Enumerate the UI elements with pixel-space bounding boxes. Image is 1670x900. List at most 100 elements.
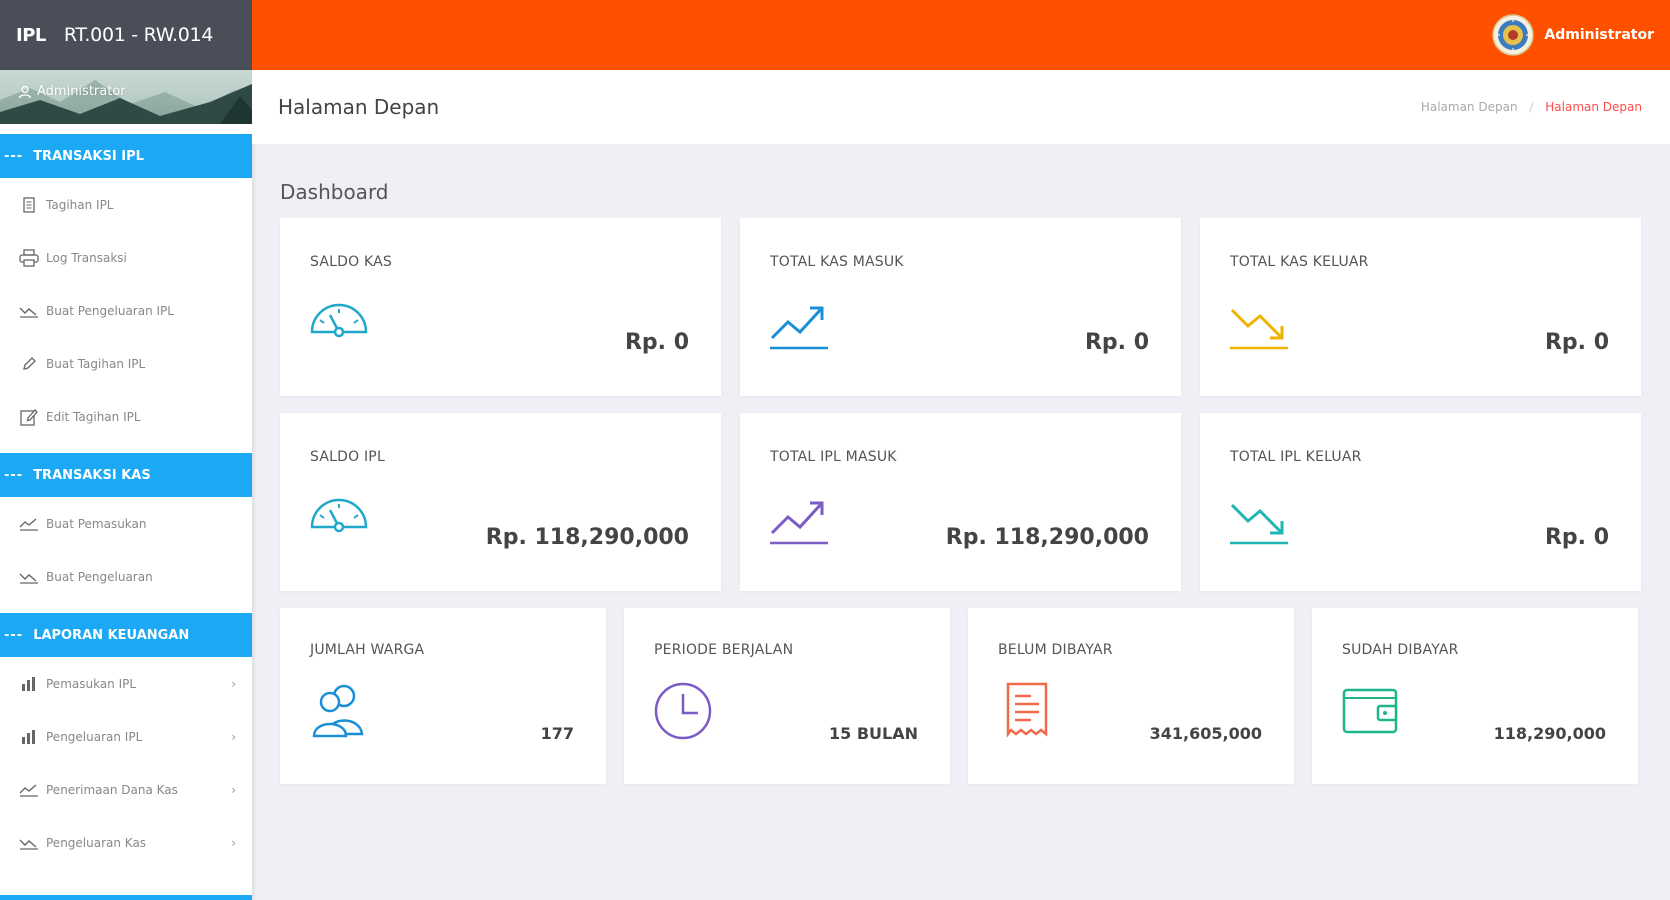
page-title: Halaman Depan [278, 95, 440, 119]
sidebar-item-edit-tagihan-ipl[interactable]: Edit Tagihan IPL [0, 390, 252, 443]
breadcrumb: Halaman Depan / Halaman Depan [1421, 100, 1642, 114]
summary-cards-warga: JUMLAH WARGA 177 PERIODE BERJALAN 15 BUL… [280, 608, 1642, 784]
sidebar-item-buat-pemasukan[interactable]: Buat Pemasukan [0, 497, 252, 550]
sidebar-item-label: Pengeluaran IPL [46, 729, 143, 744]
brand-title: RT.001 - RW.014 [63, 24, 214, 46]
user-name[interactable]: Administrator [1544, 27, 1654, 43]
sidebar-item-penerimaan-dana-kas[interactable]: Penerimaan Dana Kas › [0, 763, 252, 816]
card-value: 177 [540, 724, 574, 743]
sidebar-item-label: Pengeluaran Kas [46, 835, 147, 850]
summary-cards-kas-ipl: SALDO KAS Rp. 0 TOTAL KAS MASUK Rp. 0 TO… [280, 218, 1642, 591]
card-total-ipl-keluar[interactable]: TOTAL IPL KELUAR Rp. 0 [1200, 413, 1641, 591]
file-icon [18, 194, 40, 216]
top-nav: Administrator [252, 0, 1670, 70]
card-saldo-ipl[interactable]: SALDO IPL Rp. 118,290,000 [280, 413, 721, 591]
sidebar-item-pemasukan-ipl[interactable]: Pemasukan IPL › [0, 657, 252, 710]
chevron-right-icon: › [231, 835, 236, 850]
users-icon [312, 684, 364, 738]
sidebar-bottom-bar [0, 895, 252, 900]
wallet-icon [1342, 688, 1398, 734]
sidebar-item-pengeluaran-kas[interactable]: Pengeluaran Kas › [0, 816, 252, 869]
sidebar-item-label: Penerimaan Dana Kas [46, 782, 178, 797]
sidebar-item-pengeluaran-ipl[interactable]: Pengeluaran IPL › [0, 710, 252, 763]
bar-chart-icon [18, 673, 40, 695]
section-header-laporan-keuangan: --- LAPORAN KEUANGAN [0, 613, 252, 657]
trend-up-icon [770, 501, 828, 545]
card-value: Rp. 0 [1084, 330, 1149, 355]
card-total-ipl-masuk[interactable]: TOTAL IPL MASUK Rp. 118,290,000 [740, 413, 1181, 591]
speedometer-icon [310, 498, 368, 533]
sidebar-item-label: Buat Pengeluaran IPL [46, 303, 174, 318]
trend-down-icon [1230, 308, 1288, 350]
card-value: Rp. 0 [1544, 330, 1609, 355]
emblem-avatar-icon[interactable] [1492, 14, 1535, 56]
card-label: TOTAL IPL MASUK [770, 449, 897, 465]
section-header-transaksi-ipl: --- TRANSAKSI IPL [0, 134, 252, 178]
card-saldo-kas[interactable]: SALDO KAS Rp. 0 [280, 218, 721, 396]
edit-icon [18, 406, 40, 428]
trend-down-icon [18, 566, 40, 588]
chevron-right-icon: › [231, 729, 236, 744]
card-label: JUMLAH WARGA [310, 642, 425, 658]
breadcrumb-separator: / [1529, 100, 1534, 114]
card-value: Rp. 118,290,000 [945, 525, 1149, 550]
sidebar-item-label: Buat Tagihan IPL [46, 356, 146, 371]
clock-icon [654, 682, 712, 740]
sidebar-item-buat-tagihan-ipl[interactable]: Buat Tagihan IPL [0, 337, 252, 390]
card-value: 341,605,000 [1149, 724, 1262, 743]
section-dash: --- [4, 627, 24, 643]
breadcrumb-current: Halaman Depan [1545, 100, 1642, 114]
trend-up-icon [18, 779, 40, 801]
card-total-kas-keluar[interactable]: TOTAL KAS KELUAR Rp. 0 [1200, 218, 1641, 396]
printer-icon [18, 247, 40, 269]
trend-up-icon [770, 306, 828, 350]
dashboard-title: Dashboard [280, 180, 389, 204]
top-bar: IPL RT.001 - RW.014 Administrator [0, 0, 1670, 70]
sidebar-item-label: Log Transaksi [46, 250, 127, 265]
card-label: TOTAL KAS KELUAR [1230, 254, 1369, 270]
section-title: TRANSAKSI IPL [33, 148, 144, 164]
sidebar-item-tagihan-ipl[interactable]: Tagihan IPL [0, 178, 252, 231]
dashboard-content: Dashboard SALDO KAS Rp. 0 TOTAL KAS MASU… [280, 180, 1642, 784]
card-value: Rp. 118,290,000 [485, 525, 689, 550]
trend-down-icon [1230, 503, 1288, 545]
sidebar-item-label: Buat Pemasukan [46, 516, 147, 531]
card-value: 15 BULAN [829, 724, 918, 743]
trend-up-icon [18, 513, 40, 535]
brand[interactable]: IPL RT.001 - RW.014 [0, 0, 252, 70]
sidebar-item-label: Buat Pengeluaran [46, 569, 153, 584]
section-dash: --- [4, 148, 24, 164]
speedometer-icon [310, 303, 368, 338]
section-title: LAPORAN KEUANGAN [33, 627, 190, 643]
receipt-icon [1006, 682, 1048, 738]
chevron-right-icon: › [231, 782, 236, 797]
page-header: Halaman Depan Halaman Depan / Halaman De… [252, 70, 1670, 144]
profile-name[interactable]: Administrator [18, 84, 126, 99]
card-jumlah-warga[interactable]: JUMLAH WARGA 177 [280, 608, 606, 784]
sidebar-profile: Administrator [0, 70, 252, 124]
card-label: BELUM DIBAYAR [998, 642, 1113, 658]
card-value: Rp. 0 [1544, 525, 1609, 550]
card-belum-dibayar[interactable]: BELUM DIBAYAR 341,605,000 [968, 608, 1294, 784]
card-sudah-dibayar[interactable]: SUDAH DIBAYAR 118,290,000 [1312, 608, 1638, 784]
card-label: TOTAL IPL KELUAR [1230, 449, 1362, 465]
card-label: SUDAH DIBAYAR [1342, 642, 1459, 658]
pencil-icon [18, 353, 40, 375]
breadcrumb-home-link[interactable]: Halaman Depan [1421, 100, 1518, 114]
card-total-kas-masuk[interactable]: TOTAL KAS MASUK Rp. 0 [740, 218, 1181, 396]
sidebar-item-log-transaksi[interactable]: Log Transaksi [0, 231, 252, 284]
brand-logo: IPL [16, 24, 46, 46]
chevron-right-icon: › [231, 676, 236, 691]
sidebar-item-label: Pemasukan IPL [46, 676, 137, 691]
card-periode-berjalan[interactable]: PERIODE BERJALAN 15 BULAN [624, 608, 950, 784]
sidebar-item-label: Tagihan IPL [46, 197, 114, 212]
section-title: TRANSAKSI KAS [33, 467, 151, 483]
sidebar-item-buat-pengeluaran[interactable]: Buat Pengeluaran [0, 550, 252, 603]
card-label: PERIODE BERJALAN [654, 642, 794, 658]
sidebar: Administrator --- TRANSAKSI IPL Tagihan … [0, 70, 252, 900]
sidebar-item-buat-pengeluaran-ipl[interactable]: Buat Pengeluaran IPL [0, 284, 252, 337]
profile-name-label: Administrator [37, 84, 126, 99]
card-value: 118,290,000 [1493, 724, 1606, 743]
trend-down-icon [18, 300, 40, 322]
section-header-transaksi-kas: --- TRANSAKSI KAS [0, 453, 252, 497]
